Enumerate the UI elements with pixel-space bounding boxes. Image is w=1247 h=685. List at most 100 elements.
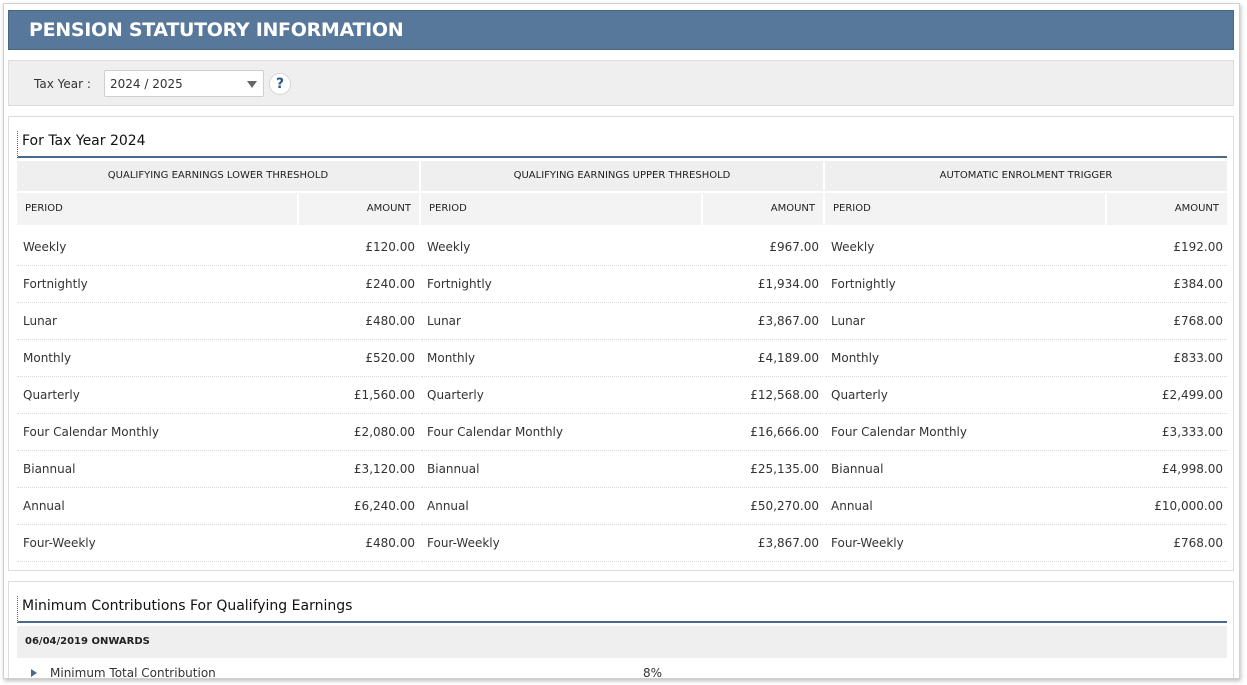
period-cell: Four-Weekly [831, 536, 904, 550]
period-cell: Biannual [831, 462, 884, 476]
period-cell: Biannual [427, 462, 480, 476]
rows: Weekly £120.00 Fortnightly £240.00 Lunar £480… [17, 229, 419, 562]
section-title-text: For Tax Year 2024 [22, 133, 146, 149]
contribution-value: 8% [643, 666, 663, 679]
threshold-column: AUTOMATIC ENROLMENT TRIGGER PERIOD AMOUNT W… [825, 161, 1227, 562]
table-row: Quarterly £2,499.00 [825, 377, 1227, 414]
period-cell: Quarterly [23, 388, 80, 402]
table-row: Biannual £3,120.00 [17, 451, 419, 488]
amount-cell: £12,568.00 [750, 388, 819, 402]
table-row: Quarterly £12,568.00 [421, 377, 823, 414]
contribution-row[interactable]: Minimum Total Contribution 8% [17, 666, 1227, 679]
expand-arrow-icon[interactable] [31, 669, 37, 677]
column-heading: QUALIFYING EARNINGS UPPER THRESHOLD [421, 161, 823, 191]
amount-cell: £768.00 [1173, 536, 1223, 550]
section-title-text: Minimum Contributions For Qualifying Ear… [22, 598, 353, 614]
period-cell: Lunar [427, 314, 461, 328]
tax-year-select[interactable]: 2024 / 2025 [104, 70, 264, 97]
sub-header-row: PERIOD AMOUNT [825, 193, 1227, 225]
period-cell: Weekly [831, 240, 875, 254]
rows: Weekly £192.00 Fortnightly £384.00 Lunar £768… [825, 229, 1227, 562]
amount-cell: £240.00 [365, 277, 415, 291]
amount-cell: £10,000.00 [1154, 499, 1223, 513]
amount-cell: £1,934.00 [757, 277, 819, 291]
amount-cell: £1,560.00 [353, 388, 415, 402]
amount-cell: £480.00 [365, 314, 415, 328]
table-row: Monthly £833.00 [825, 340, 1227, 377]
sub-header-row: PERIOD AMOUNT [17, 193, 419, 225]
contributions-panel: Minimum Contributions For Qualifying Ear… [8, 581, 1234, 679]
period-cell: Four Calendar Monthly [427, 425, 563, 439]
thresholds-panel: For Tax Year 2024 QUALIFYING EARNINGS LO… [8, 116, 1234, 571]
amount-cell: £4,998.00 [1161, 462, 1223, 476]
period-cell: Quarterly [831, 388, 888, 402]
table-row: Annual £10,000.00 [825, 488, 1227, 525]
table-row: Annual £50,270.00 [421, 488, 823, 525]
amount-cell: £833.00 [1173, 351, 1223, 365]
period-cell: Fortnightly [831, 277, 896, 291]
date-band: 06/04/2019 ONWARDS [17, 626, 1227, 658]
amount-cell: £192.00 [1173, 240, 1223, 254]
help-icon[interactable]: ? [269, 73, 291, 95]
period-cell: Annual [831, 499, 873, 513]
sub-header-row: PERIOD AMOUNT [421, 193, 823, 225]
period-cell: Four Calendar Monthly [831, 425, 967, 439]
table-row: Lunar £480.00 [17, 303, 419, 340]
page-title: PENSION STATUTORY INFORMATION [29, 19, 404, 41]
period-cell: Fortnightly [427, 277, 492, 291]
threshold-column: QUALIFYING EARNINGS UPPER THRESHOLD PERIO… [421, 161, 823, 562]
period-cell: Annual [427, 499, 469, 513]
table-row: Fortnightly £1,934.00 [421, 266, 823, 303]
table-row: Four Calendar Monthly £2,080.00 [17, 414, 419, 451]
column-heading: AUTOMATIC ENROLMENT TRIGGER [825, 161, 1227, 191]
period-cell: Weekly [427, 240, 471, 254]
period-cell: Four-Weekly [427, 536, 500, 550]
table-row: Annual £6,240.00 [17, 488, 419, 525]
period-cell: Fortnightly [23, 277, 88, 291]
period-cell: Lunar [23, 314, 57, 328]
amount-cell: £25,135.00 [750, 462, 819, 476]
amount-header: AMOUNT [1107, 193, 1227, 225]
table-row: Lunar £768.00 [825, 303, 1227, 340]
amount-cell: £480.00 [365, 536, 415, 550]
amount-cell: £2,080.00 [353, 425, 415, 439]
amount-cell: £16,666.00 [750, 425, 819, 439]
amount-cell: £520.00 [365, 351, 415, 365]
amount-cell: £2,499.00 [1161, 388, 1223, 402]
table-row: Weekly £120.00 [17, 229, 419, 266]
table-row: Quarterly £1,560.00 [17, 377, 419, 414]
tax-year-label: Tax Year : [34, 77, 91, 91]
section-title: Minimum Contributions For Qualifying Ear… [17, 596, 1227, 623]
period-cell: Annual [23, 499, 65, 513]
period-cell: Four Calendar Monthly [23, 425, 159, 439]
amount-cell: £384.00 [1173, 277, 1223, 291]
chevron-down-icon [247, 81, 257, 88]
table-row: Biannual £25,135.00 [421, 451, 823, 488]
threshold-column: QUALIFYING EARNINGS LOWER THRESHOLD PERIO… [17, 161, 419, 562]
filter-bar: Tax Year : 2024 / 2025 ? [8, 60, 1234, 106]
amount-cell: £3,867.00 [757, 536, 819, 550]
title-bar: PENSION STATUTORY INFORMATION [8, 10, 1234, 50]
amount-cell: £6,240.00 [353, 499, 415, 513]
amount-cell: £3,867.00 [757, 314, 819, 328]
period-cell: Four-Weekly [23, 536, 96, 550]
period-cell: Monthly [23, 351, 72, 365]
period-cell: Monthly [427, 351, 476, 365]
amount-cell: £3,120.00 [353, 462, 415, 476]
period-cell: Lunar [831, 314, 865, 328]
tax-year-value: 2024 / 2025 [110, 77, 183, 91]
amount-header: AMOUNT [703, 193, 823, 225]
table-row: Monthly £4,189.00 [421, 340, 823, 377]
table-row: Four-Weekly £768.00 [825, 525, 1227, 562]
table-row: Four Calendar Monthly £16,666.00 [421, 414, 823, 451]
table-row: Biannual £4,998.00 [825, 451, 1227, 488]
column-heading: QUALIFYING EARNINGS LOWER THRESHOLD [17, 161, 419, 191]
amount-cell: £120.00 [365, 240, 415, 254]
period-cell: Biannual [23, 462, 76, 476]
table-row: Four-Weekly £3,867.00 [421, 525, 823, 562]
table-row: Four-Weekly £480.00 [17, 525, 419, 562]
amount-header: AMOUNT [299, 193, 419, 225]
period-cell: Weekly [23, 240, 67, 254]
period-header: PERIOD [421, 193, 701, 225]
period-header: PERIOD [825, 193, 1105, 225]
